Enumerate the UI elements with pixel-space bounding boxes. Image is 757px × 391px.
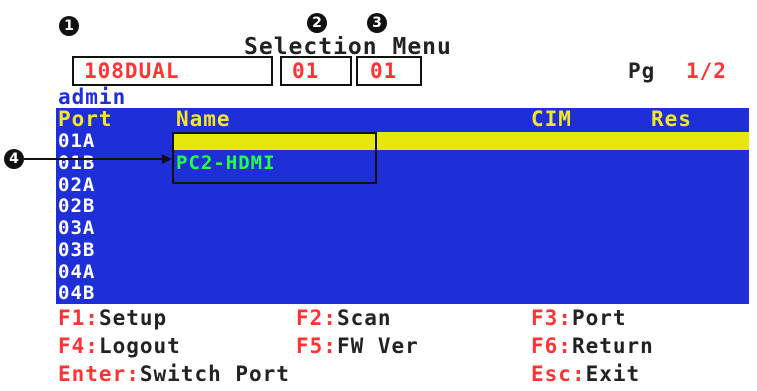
callout-4-arrow: [24, 154, 172, 164]
